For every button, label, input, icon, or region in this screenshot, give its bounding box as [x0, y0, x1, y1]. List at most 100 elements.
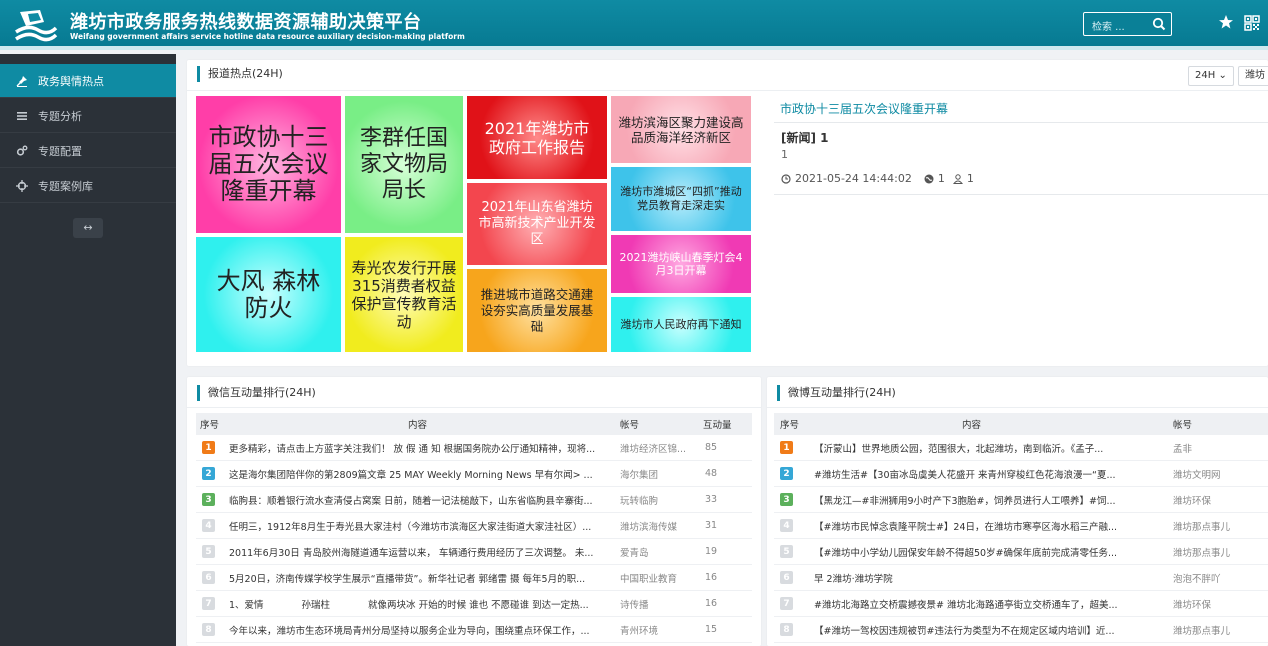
star-icon[interactable] [1218, 14, 1234, 30]
content-cell[interactable]: 【#潍坊中小学幼儿园保安年龄不得超50岁#确保年底前完成清零任务... [814, 539, 1166, 564]
pin-icon [16, 75, 27, 87]
column-header: 内容 [408, 420, 428, 431]
column-header: 序号 [780, 420, 800, 431]
content-cell[interactable]: 早 2潍坊·潍坊学院 [814, 565, 1166, 590]
account-cell[interactable]: 诗传播 [620, 591, 692, 616]
app-title: 潍坊市政务服务热线数据资源辅助决策平台 [70, 12, 422, 33]
rank-cell: 8 [202, 617, 215, 642]
globe-icon [924, 174, 934, 183]
content-cell[interactable]: 临朐县：顺着银行流水查清侵占窝案 日前，随着一记法槌敲下，山东省临朐县辛寨街..… [229, 487, 613, 512]
hotspot-tile[interactable]: 市政协十三届五次会议隆重开幕 [196, 96, 341, 233]
content-cell[interactable]: 这是海尔集团陪伴你的第2809篇文章 25 MAY Weekly Morning… [229, 461, 613, 486]
hotspot-tile[interactable]: 寿光农发行开展315消费者权益保护宣传教育活动 [345, 237, 463, 352]
rank-badge: 2 [202, 467, 215, 480]
rank-cell: 4 [202, 513, 215, 538]
account-cell[interactable]: 潍坊经济区锦... [620, 435, 692, 460]
table-row[interactable]: 1 【沂蒙山】世界地质公园，范围很大，北起潍坊，南到临沂。《孟子... 孟非 [774, 435, 1268, 461]
account-cell[interactable]: 爱青岛 [620, 539, 692, 564]
table-row[interactable]: 3 【黑龙江—#非洲狮用9小时产下3胞胎#，饲养员进行人工喂养】#饲... 潍坊环保 [774, 487, 1268, 513]
sidebar-item-hotspot[interactable]: 政务舆情热点 [0, 64, 176, 98]
account-cell[interactable]: 泡泡不胖吖 [1173, 565, 1263, 590]
account-cell[interactable]: 青州环境 [620, 617, 692, 642]
account-cell[interactable]: 玩转临朐 [620, 487, 692, 512]
rank-badge: 3 [780, 493, 793, 506]
content-cell[interactable]: 任明三，1912年8月生于寿光县大家洼村（今潍坊市滨海区大家洼街道大家洼社区）.… [229, 513, 613, 538]
content-cell[interactable]: 【沂蒙山】世界地质公园，范围很大，北起潍坊，南到临沂。《孟子... [814, 435, 1166, 460]
news-detail-tag: [新闻] 1 [781, 131, 829, 145]
hotspot-tile[interactable]: 2021潍坊峡山春季灯会4月3日开幕 [611, 235, 751, 293]
rank-cell: 6 [202, 565, 215, 590]
table-row[interactable]: 4 【#潍坊市民悼念袁隆平院士#】24日，在潍坊市寒亭区海水稻三产融... 潍坊那点… [774, 513, 1268, 539]
account-cell[interactable]: 潍坊那点事儿 [1173, 513, 1263, 538]
sidebar-item-cases[interactable]: 专题案例库 [0, 169, 176, 203]
divider [187, 90, 1268, 91]
content-cell[interactable]: 5月20日，济南传媒学校学生展示“直播带货”。新华社记者 郭绪雷 摄 每年5月的… [229, 565, 613, 590]
content-cell[interactable]: 1、爱情 孙瑞柱 就像两块冰 开始的时候 谁也 不愿碰谁 到达一定热... [229, 591, 613, 616]
sidebar-item-label: 专题分析 [38, 109, 82, 123]
table-row[interactable]: 8 今年以来，潍坊市生态环境局青州分局坚持以服务企业为导向，围绕重点环保工作，..… [196, 617, 752, 643]
account-cell[interactable]: 潍坊文明网 [1173, 461, 1263, 486]
hotspot-tile[interactable]: 李群任国家文物局局长 [345, 96, 463, 233]
content-cell[interactable]: 【#潍坊一驾校因违规被罚#违法行为类型为不在规定区域内培训】近... [814, 617, 1166, 642]
content-cell[interactable]: 2011年6月30日 青岛胶州海隧道通车运营以来， 车辆通行费用经历了三次调整。… [229, 539, 613, 564]
region-select[interactable]: 潍坊 [1238, 66, 1268, 86]
value-cell: 19 [705, 546, 718, 557]
hotspot-tile[interactable]: 大风 森林防火 [196, 237, 341, 352]
table-row[interactable]: 1 更多精彩，请点击上方蓝字关注我们！ 放 假 通 知 根据国务院办公厅通知精神，… [196, 435, 752, 461]
tile-label: 市政协十三届五次会议隆重开幕 [208, 123, 329, 205]
content-cell[interactable]: 【黑龙江—#非洲狮用9小时产下3胞胎#，饲养员进行人工喂养】#饲... [814, 487, 1166, 512]
content-cell[interactable]: 【#潍坊市民悼念袁隆平院士#】24日，在潍坊市寒亭区海水稻三产融... [814, 513, 1166, 538]
tile-label: 潍坊滨海区聚力建设高品质海洋经济新区 [618, 114, 744, 145]
region-value: 潍坊 [1245, 70, 1265, 81]
rank-badge: 2 [780, 467, 793, 480]
hotspot-tile[interactable]: 推进城市道路交通建设夯实高质量发展基础 [467, 269, 607, 352]
value-cell: 16 [705, 598, 718, 609]
hotspot-tile[interactable]: 潍坊市人民政府再下通知 [611, 297, 751, 352]
search-input[interactable]: 检索 ... [1092, 18, 1125, 33]
tile-label: 潍坊市潍城区“四抓”推动党员教育走深走实 [620, 185, 742, 212]
account-cell[interactable]: 潍坊那点事儿 [1173, 539, 1263, 564]
table-row[interactable]: 5 2011年6月30日 青岛胶州海隧道通车运营以来， 车辆通行费用经历了三次调整… [196, 539, 752, 565]
content-cell[interactable]: 今年以来，潍坊市生态环境局青州分局坚持以服务企业为导向，围绕重点环保工作，... [229, 617, 613, 642]
table-row[interactable]: 8 【#潍坊一驾校因违规被罚#违法行为类型为不在规定区域内培训】近... 潍坊那点事… [774, 617, 1268, 643]
search-icon[interactable] [1151, 16, 1167, 32]
table-row[interactable]: 2 这是海尔集团陪伴你的第2809篇文章 25 MAY Weekly Mornin… [196, 461, 752, 487]
hotspot-tile[interactable]: 2021年山东省潍坊市高新技术产业开发区 [467, 183, 607, 265]
hotspot-panel-title: 报道热点(24H) [197, 66, 283, 82]
sidebar-item-config[interactable]: 专题配置 [0, 134, 176, 168]
content-cell[interactable]: #潍坊北海路立交桥震撼夜景# 潍坊北海路通亭街立交桥通车了，超美... [814, 591, 1166, 616]
sidebar-collapse-button[interactable]: ↔ [73, 218, 103, 238]
account-cell[interactable]: 潍坊那点事儿 [1173, 617, 1263, 642]
content-cell[interactable]: #潍坊生活#【30亩冰岛虞美人花盛开 来青州穿梭红色花海浪漫一“夏... [814, 461, 1166, 486]
table-row[interactable]: 7 #潍坊北海路立交桥震撼夜景# 潍坊北海路通亭街立交桥通车了，超美... 潍坊环保 [774, 591, 1268, 617]
column-header: 序号 [200, 420, 220, 431]
qrcode-icon[interactable] [1244, 15, 1260, 31]
account-cell[interactable]: 海尔集团 [620, 461, 692, 486]
account-cell[interactable]: 潍坊环保 [1173, 487, 1263, 512]
table-row[interactable]: 4 任明三，1912年8月生于寿光县大家洼村（今潍坊市滨海区大家洼街道大家洼社区）… [196, 513, 752, 539]
account-cell[interactable]: 潍坊环保 [1173, 591, 1263, 616]
hotspot-tile[interactable]: 潍坊市潍城区“四抓”推动党员教育走深走实 [611, 167, 751, 231]
time-range-select[interactable]: 24H ⌄ [1188, 66, 1234, 86]
table-row[interactable]: 2 #潍坊生活#【30亩冰岛虞美人花盛开 来青州穿梭红色花海浪漫一“夏... 潍坊文… [774, 461, 1268, 487]
rank-badge: 6 [202, 571, 215, 584]
table-row[interactable]: 3 临朐县：顺着银行流水查清侵占窝案 日前，随着一记法槌敲下，山东省临朐县辛寨街.… [196, 487, 752, 513]
account-cell[interactable]: 孟非 [1173, 435, 1263, 460]
sidebar-item-analysis[interactable]: 专题分析 [0, 99, 176, 133]
table-row[interactable]: 7 1、爱情 孙瑞柱 就像两块冰 开始的时候 谁也 不愿碰谁 到达一定热... 诗传… [196, 591, 752, 617]
news-detail-title[interactable]: 市政协十三届五次会议隆重开幕 [780, 100, 948, 117]
account-cell[interactable]: 潍坊滨海传媒 [620, 513, 692, 538]
value-cell: 48 [705, 468, 718, 479]
content-cell[interactable]: 更多精彩，请点击上方蓝字关注我们！ 放 假 通 知 根据国务院办公厅通知精神，现… [229, 435, 613, 460]
hotspot-tile[interactable]: 潍坊滨海区聚力建设高品质海洋经济新区 [611, 96, 751, 163]
table-row[interactable]: 6 早 2潍坊·潍坊学院 泡泡不胖吖 [774, 565, 1268, 591]
value-cell: 16 [705, 572, 718, 583]
account-cell[interactable]: 中国职业教育 [620, 565, 692, 590]
weibo-rank-panel: 微博互动量排行(24H) 序号 内容 帐号 1 【沂蒙山】世界地质公园，范围很大，… [767, 377, 1268, 646]
table-row[interactable]: 6 5月20日，济南传媒学校学生展示“直播带货”。新华社记者 郭绪雷 摄 每年5月… [196, 565, 752, 591]
search-box[interactable]: 检索 ... [1083, 12, 1172, 36]
news-detail-body: 1 [781, 148, 788, 161]
wechat-rank-panel: 微信互动量排行(24H) 序号 内容 帐号 互动量 1 更多精彩，请点击上方蓝字关… [187, 377, 761, 646]
table-row[interactable]: 5 【#潍坊中小学幼儿园保安年龄不得超50岁#确保年底前完成清零任务... 潍坊那点… [774, 539, 1268, 565]
hotspot-tile[interactable]: 2021年潍坊市政府工作报告 [467, 96, 607, 179]
